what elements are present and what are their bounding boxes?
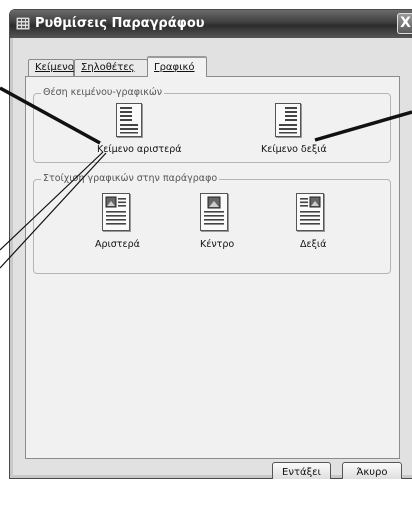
page-margin (0, 0, 9, 506)
text-right-option[interactable]: Κείμενο δεξιά (239, 103, 339, 159)
page-margin-bottom (9, 479, 412, 506)
close-icon: X (400, 15, 411, 31)
align-center-label: Κέντρο (200, 239, 235, 250)
tab-text[interactable]: Κείμενο (28, 59, 74, 76)
text-right-layout-icon (275, 103, 301, 137)
text-left-option[interactable]: Κείμενο αριστερά (86, 103, 186, 159)
graphic-alignment-group-title: Στοίχιση γραφικών στην παράγραφο (41, 173, 220, 184)
align-left-label: Αριστερά (95, 239, 140, 250)
image-align-center-icon (200, 193, 228, 231)
app-grid-icon (16, 17, 30, 30)
image-align-right-icon (296, 193, 324, 231)
title-bar[interactable]: Ρυθμίσεις Παραγράφου X (10, 10, 412, 38)
align-right-label: Δεξιά (300, 239, 327, 250)
text-position-group: Θέση κειμένου-γραφικών Κείμενο αριστερά … (33, 87, 391, 163)
close-button[interactable]: X (397, 13, 412, 34)
text-position-group-title: Θέση κειμένου-γραφικών (41, 87, 165, 98)
window-title: Ρυθμίσεις Παραγράφου (35, 16, 205, 31)
graphic-alignment-group: Στοίχιση γραφικών στην παράγραφο Αριστερ… (33, 173, 391, 274)
align-right-option[interactable]: Δεξιά (278, 193, 348, 259)
paragraph-settings-dialog: Ρυθμίσεις Παραγράφου X Κείμενο Σηλοθέτες… (9, 9, 412, 483)
text-left-label: Κείμενο αριστερά (97, 144, 182, 155)
tab-tabstops[interactable]: Σηλοθέτες (74, 59, 148, 76)
dialog-body: Κείμενο Σηλοθέτες Γραφικό Θέση κειμένου-… (13, 38, 412, 483)
align-left-option[interactable]: Αριστερά (86, 193, 156, 259)
text-right-label: Κείμενο δεξιά (261, 144, 327, 155)
align-center-option[interactable]: Κέντρο (182, 193, 252, 259)
image-align-left-icon (102, 193, 130, 231)
graphic-tab-panel: Θέση κειμένου-γραφικών Κείμενο αριστερά … (25, 76, 400, 459)
tab-graphic[interactable]: Γραφικό (147, 56, 207, 77)
text-left-layout-icon (116, 103, 142, 137)
